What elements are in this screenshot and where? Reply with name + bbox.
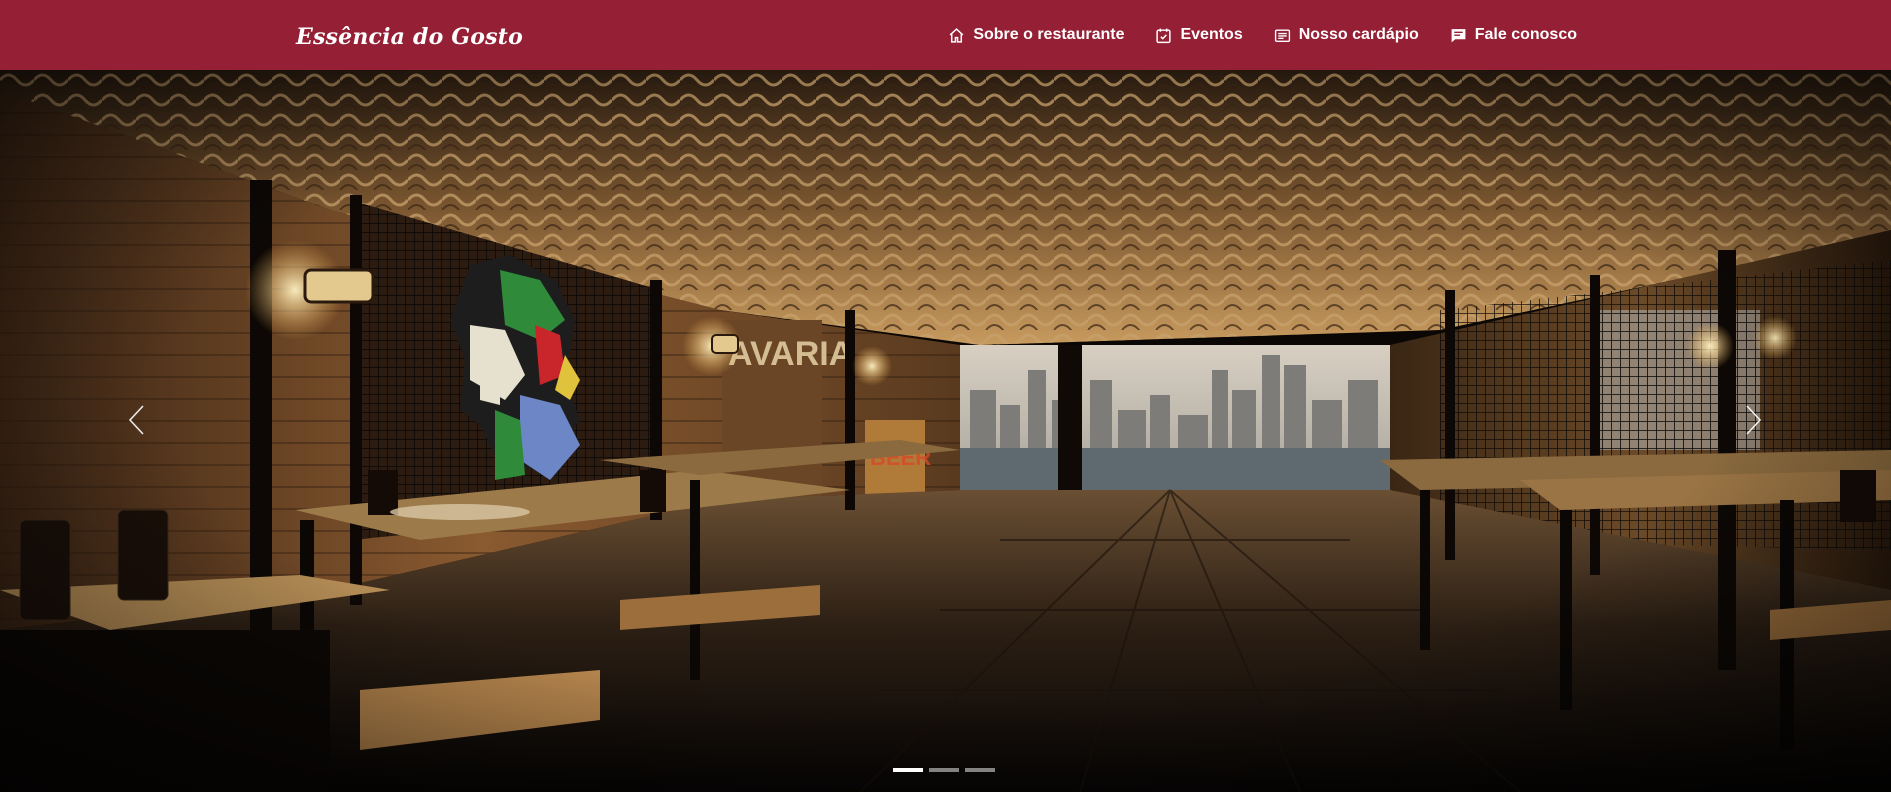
nav-item-label: Fale conosco (1474, 26, 1577, 43)
brand-logo[interactable]: Essência do Gosto (296, 24, 523, 50)
carousel-indicator[interactable] (929, 768, 959, 772)
nav-item-label: Sobre o restaurante (973, 26, 1125, 43)
nav-item-contact[interactable]: Fale conosco (1450, 26, 1577, 44)
nav-item-label: Nosso cardápio (1298, 26, 1419, 43)
carousel-indicator[interactable] (893, 768, 923, 772)
main-nav: Sobre o restaurante Eventos Nosso cardáp… (948, 0, 1577, 70)
nav-item-menu[interactable]: Nosso cardápio (1274, 26, 1419, 44)
nav-item-label: Eventos (1180, 26, 1243, 43)
menu-list-icon (1274, 27, 1291, 44)
restaurant-interior-photo: AVARIA BEER (0, 70, 1891, 792)
carousel-next-button[interactable] (1734, 400, 1774, 440)
navbar: Essência do Gosto Sobre o restaurante Ev… (0, 0, 1891, 70)
calendar-check-icon (1155, 27, 1172, 44)
carousel-indicators (893, 768, 995, 772)
carousel-indicator[interactable] (965, 768, 995, 772)
nav-item-about[interactable]: Sobre o restaurante (948, 26, 1124, 44)
nav-item-events[interactable]: Eventos (1155, 26, 1243, 44)
chat-icon (1450, 27, 1467, 44)
carousel-prev-button[interactable] (116, 400, 156, 440)
home-icon (948, 27, 965, 44)
hero-carousel: AVARIA BEER (0, 70, 1891, 792)
chevron-right-icon (1746, 405, 1762, 435)
chevron-left-icon (128, 405, 144, 435)
